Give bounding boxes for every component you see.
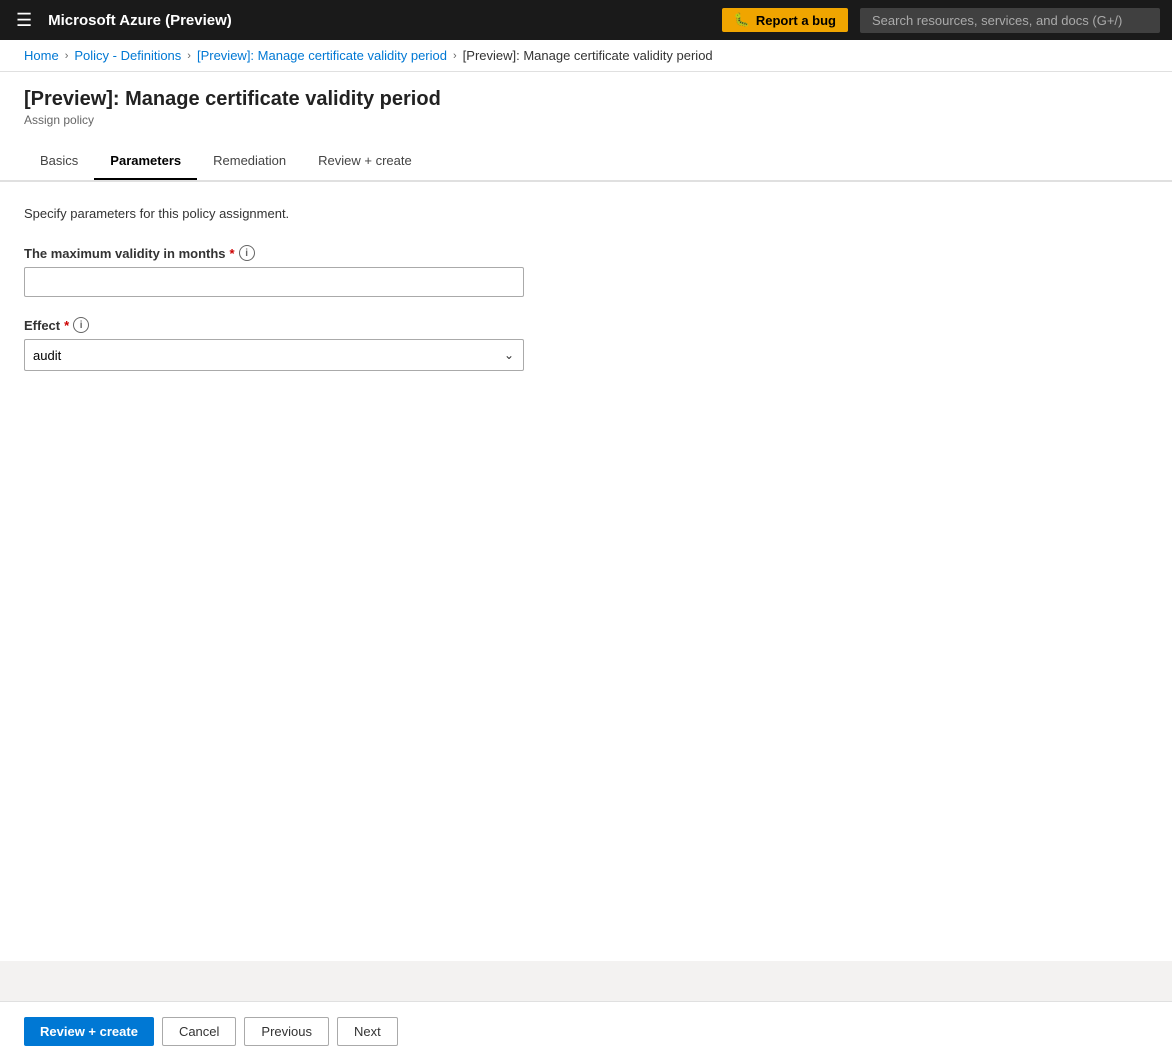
breadcrumb: Home › Policy - Definitions › [Preview]:… [0,40,1172,72]
tab-remediation[interactable]: Remediation [197,143,302,180]
next-button[interactable]: Next [337,1017,398,1046]
breadcrumb-sep-2: › [187,50,191,62]
page-header: [Preview]: Manage certificate validity p… [0,72,1172,181]
max-validity-label: The maximum validity in months * i [24,245,1148,261]
report-bug-button[interactable]: 🐛 Report a bug [722,8,848,32]
review-create-button[interactable]: Review + create [24,1017,154,1046]
required-star-1: * [230,246,235,261]
bug-icon: 🐛 [734,12,750,28]
effect-label: Effect * i [24,317,1148,333]
tab-bar: Basics Parameters Remediation Review + c… [24,143,1148,180]
main-content: Specify parameters for this policy assig… [0,181,1172,961]
breadcrumb-policy-definitions[interactable]: Policy - Definitions [74,48,181,63]
tab-parameters[interactable]: Parameters [94,143,197,180]
breadcrumb-manage-preview[interactable]: [Preview]: Manage certificate validity p… [197,48,447,63]
search-input[interactable] [860,8,1160,33]
effect-info-icon[interactable]: i [73,317,89,333]
max-validity-input[interactable] [24,267,524,297]
footer: Review + create Cancel Previous Next [0,1001,1172,1061]
tab-review-create[interactable]: Review + create [302,143,428,180]
effect-select[interactable]: audit deny disabled [24,339,524,371]
max-validity-info-icon[interactable]: i [239,245,255,261]
menu-icon[interactable]: ☰ [12,6,36,35]
required-star-2: * [64,318,69,333]
breadcrumb-sep-3: › [453,50,457,62]
breadcrumb-sep-1: › [65,50,69,62]
max-validity-group: The maximum validity in months * i [24,245,1148,297]
form-description: Specify parameters for this policy assig… [24,206,1148,221]
page-title: [Preview]: Manage certificate validity p… [24,88,1148,111]
breadcrumb-home[interactable]: Home [24,48,59,63]
top-navbar: ☰ Microsoft Azure (Preview) 🐛 Report a b… [0,0,1172,40]
tab-basics[interactable]: Basics [24,143,94,180]
page-subtitle: Assign policy [24,113,1148,127]
effect-group: Effect * i audit deny disabled ⌄ [24,317,1148,371]
app-title: Microsoft Azure (Preview) [48,12,710,29]
effect-select-wrapper: audit deny disabled ⌄ [24,339,524,371]
breadcrumb-current: [Preview]: Manage certificate validity p… [463,48,713,63]
previous-button[interactable]: Previous [244,1017,329,1046]
cancel-button[interactable]: Cancel [162,1017,236,1046]
